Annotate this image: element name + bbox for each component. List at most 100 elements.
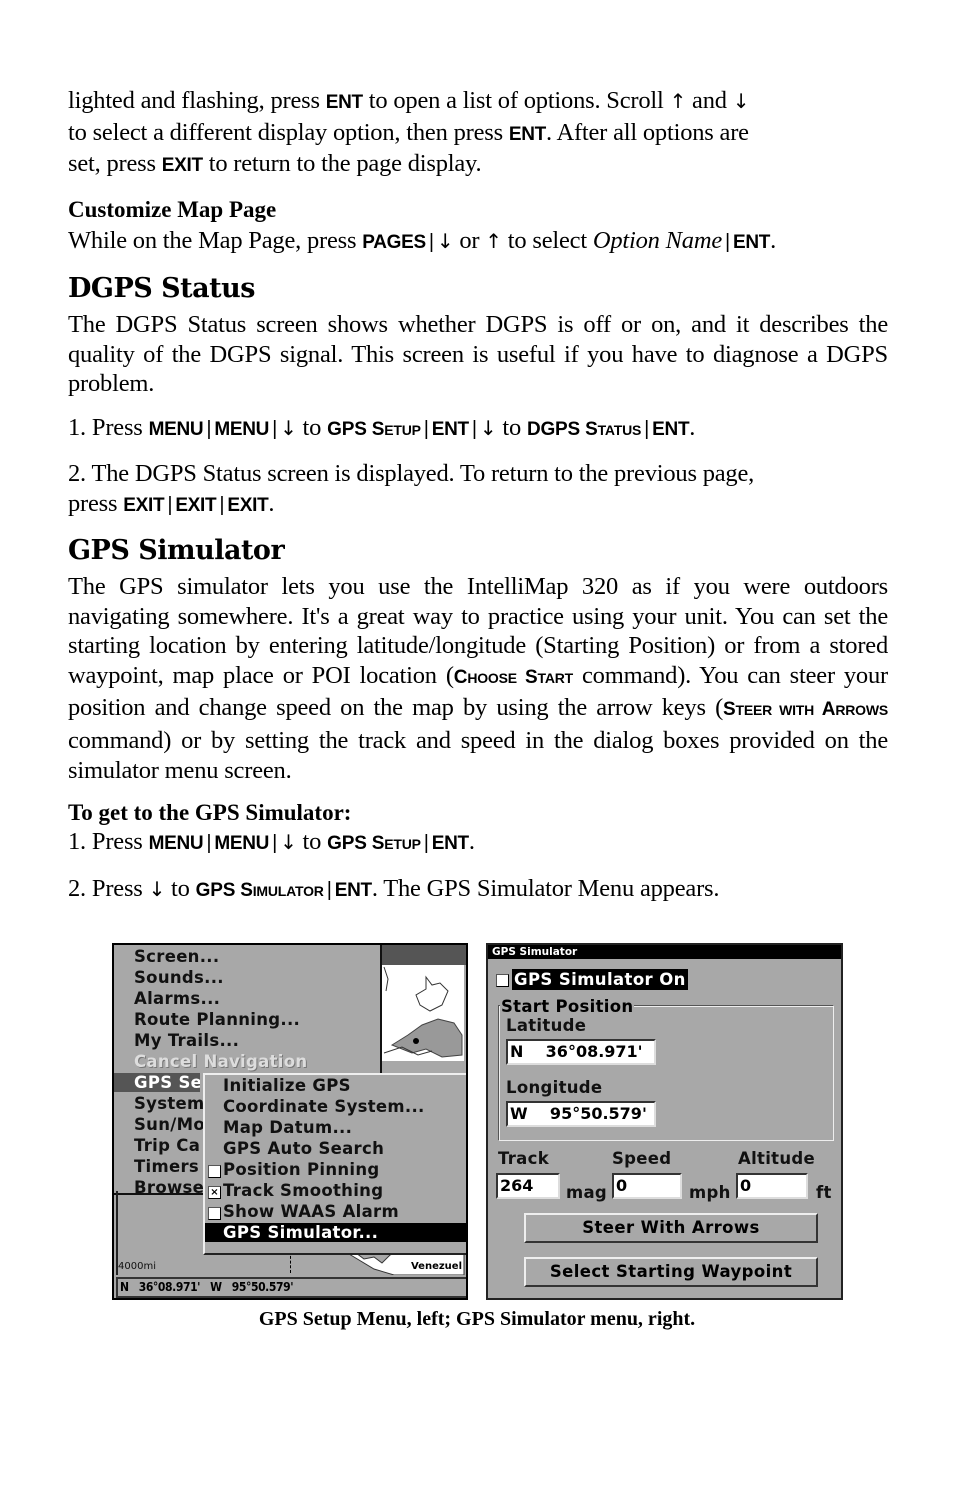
steer-with-arrows-button[interactable]: Steer With Arrows	[524, 1213, 818, 1243]
simulator-section: GPS Simulator The GPS simulator lets you…	[68, 534, 888, 906]
gps-simulator-dialog-screenshot: GPS Simulator GPS Simulator On Start Pos…	[486, 943, 843, 1300]
map-scale-label: 4000mi	[118, 1261, 156, 1272]
customize-section: Customize Map Page While on the Map Page…	[68, 196, 888, 258]
key-pages: PAGES	[362, 232, 426, 253]
checkbox-icon[interactable]	[208, 1207, 221, 1220]
down-arrow-icon: ↓	[280, 830, 297, 855]
key-exit: EXIT	[227, 494, 269, 516]
submenu-item[interactable]: Map Datum...	[223, 1118, 352, 1137]
dgps-status-label: DGPS STATUS	[526, 418, 642, 440]
menu-item[interactable]: Alarms...	[134, 989, 220, 1008]
speed-field[interactable]: 0	[612, 1173, 682, 1199]
select-starting-waypoint-button[interactable]: Select Starting Waypoint	[524, 1257, 818, 1287]
map-coastline-icon	[383, 966, 463, 1058]
speed-label: Speed	[612, 1149, 672, 1168]
submenu-item[interactable]: Initialize GPS	[223, 1076, 351, 1095]
altitude-field[interactable]: 0	[736, 1173, 808, 1199]
customize-text: While on the Map Page, press PAGES | ↓ or …	[68, 226, 888, 258]
separator: |	[206, 417, 212, 440]
text: to	[296, 828, 328, 856]
checkbox-icon[interactable]	[208, 1165, 221, 1178]
gps-setup-label: GPS SETUP	[327, 418, 421, 440]
text: While on the Map Page, press	[68, 227, 363, 254]
down-arrow-icon: ↓	[732, 89, 750, 113]
text: set, press	[68, 150, 162, 178]
text: or	[453, 227, 486, 254]
gps-setup-menu-screenshot: Screen... Sounds... Alarms... Route Plannin…	[112, 943, 468, 1300]
text: to select	[501, 227, 593, 254]
menu-item[interactable]: GPS Se	[114, 1073, 200, 1092]
menu-item[interactable]: Trip Ca	[134, 1136, 200, 1155]
dgps-step-2: 2. The DGPS Status screen is displayed. …	[68, 459, 888, 520]
submenu-item[interactable]: Position Pinning	[223, 1160, 380, 1179]
submenu-item[interactable]: Show WAAS Alarm	[223, 1202, 399, 1221]
text: to select a different display option, th…	[68, 118, 509, 146]
dgps-heading: DGPS Status	[68, 273, 255, 304]
key-exit: EXIT	[161, 155, 203, 177]
menu-item[interactable]: My Trails...	[134, 1031, 239, 1050]
text: .	[689, 413, 696, 441]
menu-item[interactable]: Route Planning...	[134, 1010, 300, 1029]
gps-setup-label: GPS SETUP	[327, 833, 421, 855]
key-ent: ENT	[733, 232, 771, 253]
track-field[interactable]: 264	[496, 1173, 560, 1199]
text: .	[468, 828, 475, 856]
text: command) or by setting the track and spe…	[68, 726, 888, 784]
simulator-step-2: 2. Press ↓ to GPS SIMULATOR | ENT. The GPS…	[68, 874, 888, 907]
latitude-field[interactable]: N 36°08.971'	[506, 1039, 656, 1065]
speed-unit: mph	[689, 1183, 731, 1202]
key-ent: ENT	[325, 92, 363, 113]
text: lighted and flashing, press	[68, 87, 326, 114]
track-label: Track	[498, 1149, 549, 1168]
submenu-item[interactable]: GPS Simulator...	[205, 1223, 466, 1242]
longitude-label: Longitude	[506, 1078, 603, 1097]
key-ent: ENT	[652, 418, 690, 440]
menu-item[interactable]: Browse	[134, 1178, 204, 1197]
submenu-item[interactable]: Coordinate System...	[223, 1097, 425, 1116]
key-menu: MENU	[214, 833, 270, 855]
to-get-heading: To get to the GPS Simulator:	[68, 800, 352, 826]
dgps-section: DGPS Status The DGPS Status screen shows…	[68, 272, 888, 521]
separator: |	[725, 231, 731, 253]
separator: |	[428, 231, 434, 253]
separator: |	[326, 878, 332, 901]
dgps-step-1: 1. Press MENU | MENU | ↓ to GPS SETUP | ENT | ↓ …	[68, 413, 888, 446]
menu-item[interactable]: Screen...	[134, 947, 219, 966]
down-arrow-icon: ↓	[479, 415, 497, 440]
checkbox-checked-icon[interactable]: ×	[208, 1186, 221, 1199]
text: 2. The DGPS Status screen is displayed. …	[68, 460, 755, 488]
separator: |	[206, 832, 212, 855]
menu-item[interactable]: Sun/Mo	[134, 1115, 205, 1134]
simulator-paragraph: The GPS simulator lets you use the Intel…	[68, 572, 888, 785]
map-view	[380, 965, 464, 1061]
menu-item: Cancel Navigation	[134, 1052, 308, 1071]
altitude-unit: ft	[816, 1183, 832, 1202]
option-name: Option Name	[592, 227, 723, 254]
separator: |	[219, 493, 225, 516]
separator: |	[471, 417, 477, 440]
checkbox-icon[interactable]	[496, 974, 509, 987]
text: press	[68, 489, 124, 517]
text: .	[268, 489, 275, 517]
submenu-item[interactable]: GPS Auto Search	[223, 1139, 384, 1158]
map-title-bar	[380, 945, 466, 965]
menu-item[interactable]: System	[134, 1094, 205, 1113]
menu-item[interactable]: Timers	[134, 1157, 199, 1176]
position-readout: N 36°08.971' W 95°50.579'	[116, 1277, 466, 1298]
gps-setup-submenu: Initialize GPS Coordinate System... Map Da…	[203, 1073, 466, 1255]
menu-item[interactable]: Sounds...	[134, 968, 224, 987]
figure-caption: GPS Setup Menu, left; GPS Simulator menu…	[258, 1308, 696, 1330]
text: . The GPS Simulator Menu appears.	[371, 874, 720, 902]
text: 1. Press	[68, 413, 149, 441]
dgps-paragraph: The DGPS Status screen shows whether DGP…	[68, 311, 888, 398]
longitude-field[interactable]: W 95°50.579'	[506, 1101, 656, 1127]
key-ent: ENT	[431, 833, 469, 855]
separator: |	[644, 417, 650, 440]
key-ent: ENT	[334, 879, 372, 901]
text: . After all options are	[545, 118, 749, 146]
intro-paragraph: lighted and flashing, press ENT to open …	[68, 86, 888, 181]
down-arrow-icon: ↓	[280, 415, 297, 440]
separator: |	[272, 417, 278, 440]
simulator-heading: GPS Simulator	[68, 535, 285, 566]
submenu-item[interactable]: Track Smoothing	[223, 1181, 383, 1200]
